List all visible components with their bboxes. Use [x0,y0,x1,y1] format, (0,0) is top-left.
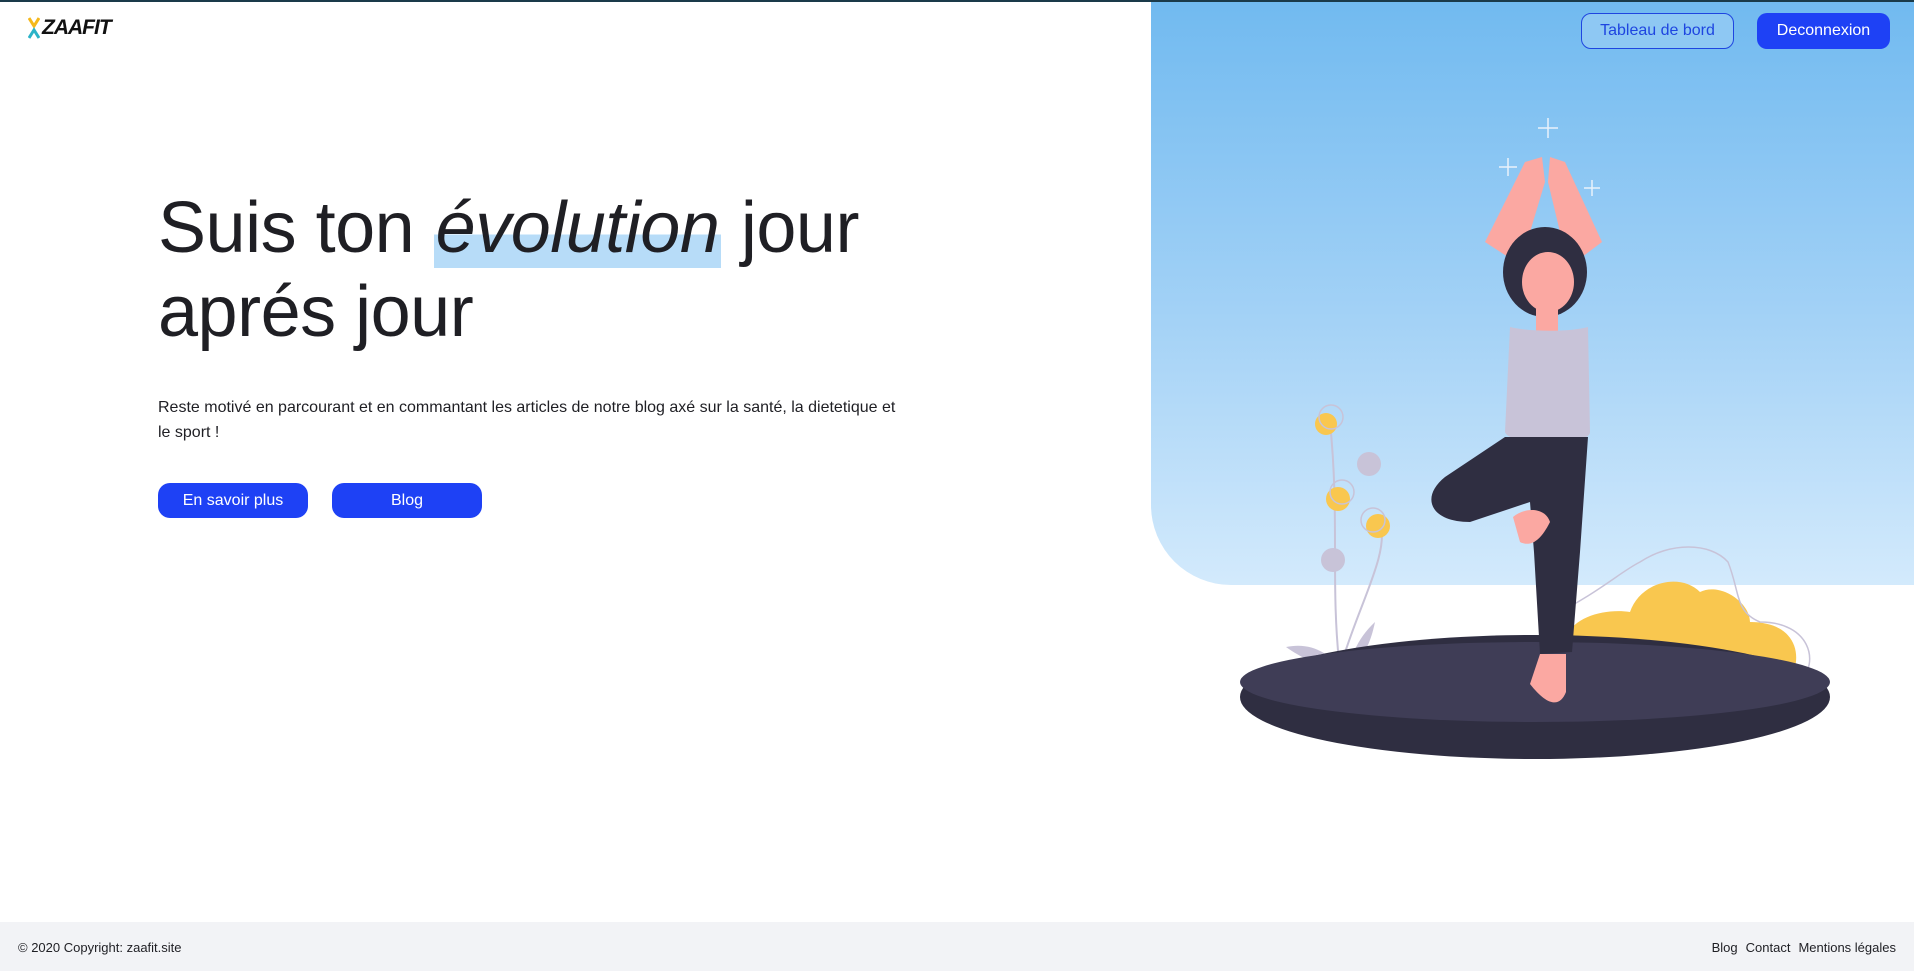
zaafit-logo-icon [28,17,40,39]
hero-title-part1: Suis ton [158,188,434,268]
hero-title-highlight: évolution [433,188,722,268]
hero-subtitle: Reste motivé en parcourant et en commant… [158,399,896,441]
learn-more-button[interactable]: En savoir plus [158,483,308,518]
yoga-mat [1240,635,1830,759]
footer: © 2020 Copyright: zaafit.site Blog Conta… [0,922,1914,971]
yoga-woman-illustration [1240,118,1830,759]
footer-link-blog[interactable]: Blog [1712,940,1738,955]
brand-logo[interactable]: ZAAFIT [28,16,112,40]
plant-left [1286,404,1390,673]
hero-title: Suis ton évolution jour aprés jour [158,186,918,354]
dashboard-button[interactable]: Tableau de bord [1581,13,1734,49]
yoga-woman [1431,157,1602,703]
footer-link-contact[interactable]: Contact [1746,940,1791,955]
footer-copyright: © 2020 Copyright: zaafit.site [18,940,182,955]
footer-links: Blog Contact Mentions légales [1712,940,1896,955]
brand-name: ZAAFIT [42,16,112,39]
footer-link-legal[interactable]: Mentions légales [1798,940,1896,955]
logout-button[interactable]: Deconnexion [1757,13,1890,49]
blog-button[interactable]: Blog [332,483,482,518]
